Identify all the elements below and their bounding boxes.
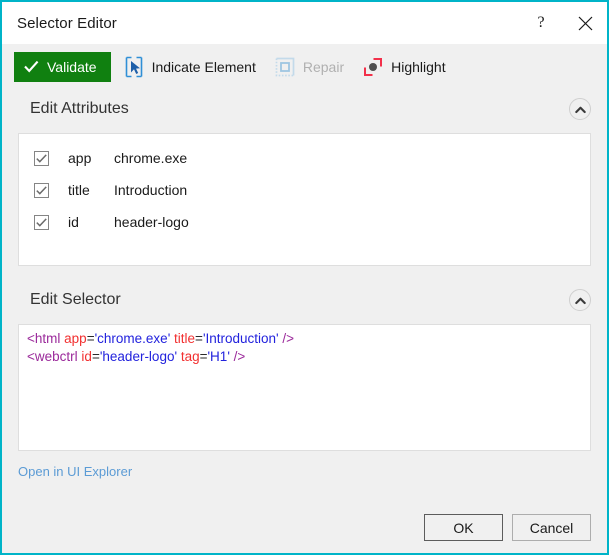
selector-line: <html app='chrome.exe' title='Introducti…: [27, 330, 582, 348]
selector-attribute: id: [81, 349, 92, 364]
attribute-name: app: [68, 150, 114, 166]
selector-equals: =: [195, 331, 203, 346]
question-mark-icon: ?: [537, 14, 544, 32]
attribute-checkbox[interactable]: [34, 215, 49, 230]
chevron-up-icon: [575, 102, 586, 117]
dialog-button-row: OK Cancel: [424, 514, 591, 541]
edit-attributes-title: Edit Attributes: [30, 100, 569, 118]
edit-selector-header: Edit Selector: [2, 280, 607, 320]
highlight-target-icon: [362, 56, 384, 78]
attribute-value[interactable]: header-logo: [114, 214, 590, 230]
open-in-ui-explorer-link[interactable]: Open in UI Explorer: [18, 464, 132, 479]
selector-value: 'chrome.exe': [95, 331, 171, 346]
attributes-list[interactable]: app chrome.exe title Introduction id hea…: [18, 133, 591, 266]
close-button[interactable]: [563, 2, 607, 44]
selector-tag-close: />: [234, 349, 246, 364]
indicate-element-label: Indicate Element: [152, 59, 256, 75]
help-button[interactable]: ?: [519, 2, 563, 44]
table-row[interactable]: id header-logo: [19, 206, 590, 238]
validate-button[interactable]: Validate: [14, 52, 111, 82]
selector-textarea[interactable]: <html app='chrome.exe' title='Introducti…: [18, 324, 591, 451]
selector-attribute: tag: [181, 349, 200, 364]
validate-label: Validate: [47, 59, 97, 75]
window-title: Selector Editor: [17, 15, 519, 32]
table-row[interactable]: title Introduction: [19, 174, 590, 206]
attribute-value[interactable]: Introduction: [114, 182, 590, 198]
edit-selector-title: Edit Selector: [30, 291, 569, 309]
selector-tag: <html: [27, 331, 60, 346]
selector-value: 'header-logo': [100, 349, 177, 364]
repair-icon: [274, 56, 296, 78]
selector-tag: <webctrl: [27, 349, 78, 364]
highlight-button[interactable]: Highlight: [360, 51, 451, 83]
selector-attribute: app: [64, 331, 87, 346]
selector-editor-window: Selector Editor ? Validate: [0, 0, 609, 555]
collapse-selector-button[interactable]: [569, 289, 591, 311]
cursor-pointer-icon: [123, 56, 145, 78]
selector-value: 'Introduction': [203, 331, 279, 346]
attribute-checkbox[interactable]: [34, 183, 49, 198]
close-icon: [578, 16, 593, 31]
selector-tag-close: />: [282, 331, 294, 346]
selector-equals: =: [87, 331, 95, 346]
attribute-checkbox[interactable]: [34, 151, 49, 166]
table-row[interactable]: app chrome.exe: [19, 142, 590, 174]
dialog-footer: Open in UI Explorer OK Cancel: [2, 451, 607, 553]
ok-button[interactable]: OK: [424, 514, 503, 541]
chevron-up-icon: [575, 293, 586, 308]
check-icon: [24, 60, 39, 73]
selector-attribute: title: [174, 331, 195, 346]
toolbar: Validate Indicate Element Repair: [2, 44, 607, 89]
selector-value: 'H1': [207, 349, 229, 364]
collapse-attributes-button[interactable]: [569, 98, 591, 120]
cancel-button[interactable]: Cancel: [512, 514, 591, 541]
title-bar: Selector Editor ?: [2, 2, 607, 44]
edit-attributes-header: Edit Attributes: [2, 89, 607, 129]
indicate-element-button[interactable]: Indicate Element: [121, 51, 262, 83]
repair-label: Repair: [303, 59, 344, 75]
selector-equals: =: [92, 349, 100, 364]
highlight-label: Highlight: [391, 59, 445, 75]
selector-line: <webctrl id='header-logo' tag='H1' />: [27, 348, 582, 366]
attribute-name: title: [68, 182, 114, 198]
attribute-value[interactable]: chrome.exe: [114, 150, 590, 166]
repair-button[interactable]: Repair: [272, 51, 350, 83]
attribute-name: id: [68, 214, 114, 230]
